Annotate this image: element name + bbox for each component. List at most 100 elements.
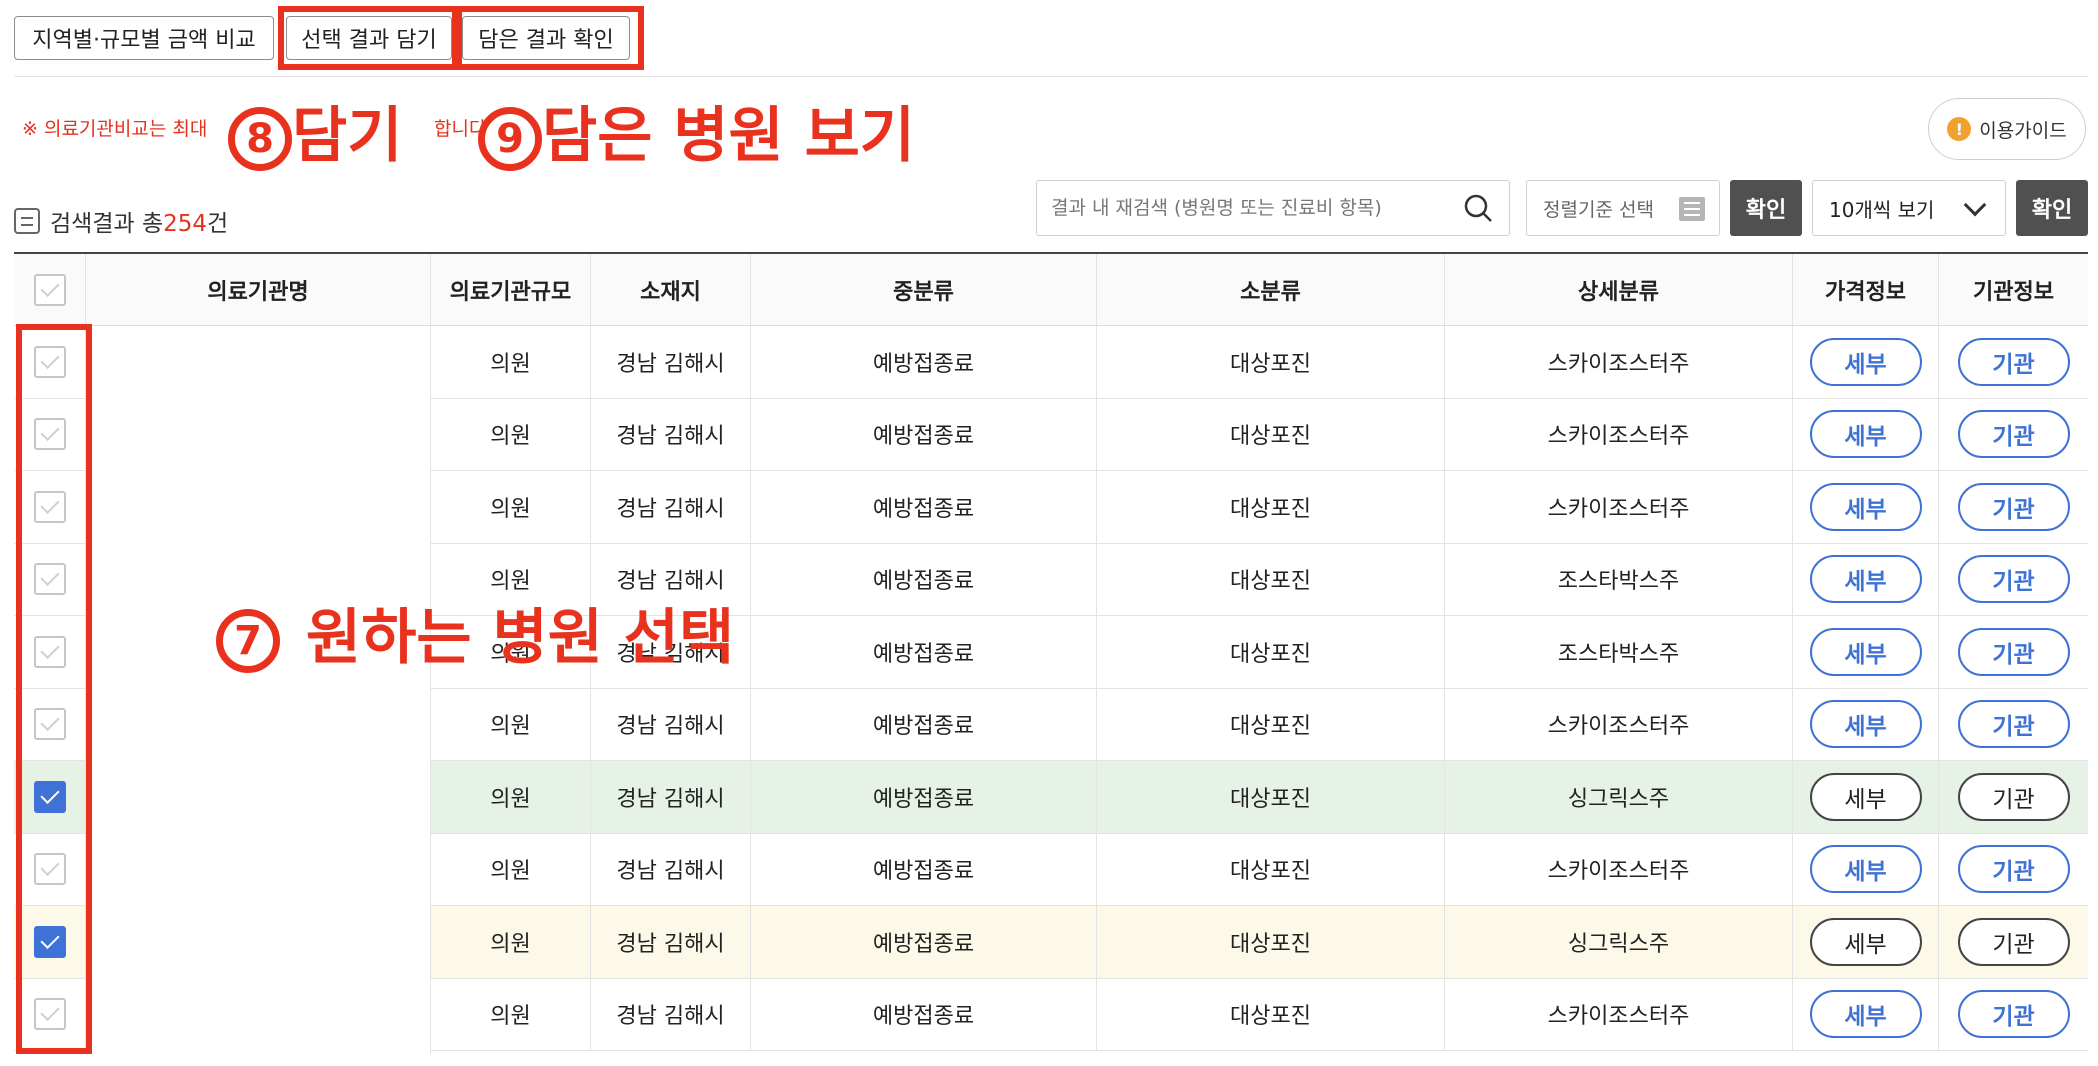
mid-category-cell: 예방접종료: [751, 471, 1097, 543]
org-info-cell: 기관: [1939, 979, 2088, 1051]
mid-category-cell: 예방접종료: [751, 978, 1097, 1050]
select-all-checkbox[interactable]: [33, 273, 66, 306]
price-info-cell: 세부: [1793, 543, 1939, 615]
org-info-button[interactable]: 기관: [1957, 990, 2070, 1039]
mid-category-cell: 예방접종료: [751, 326, 1097, 398]
mid-category-cell: 예방접종료: [751, 906, 1097, 978]
notice-text: ※ 의료기관비교는 최대: [22, 118, 208, 140]
sort-confirm-button[interactable]: 확인: [1730, 180, 1802, 236]
price-detail-button[interactable]: 세부: [1809, 700, 1922, 749]
org-info-cell: 기관: [1939, 544, 2088, 616]
list-sort-icon: [1679, 197, 1705, 221]
annotation-step-8: 8 담기: [228, 98, 402, 174]
header-price-info: 가격정보: [1793, 254, 1939, 325]
result-count: 검색결과 총254건: [14, 204, 228, 238]
page-size-confirm-button[interactable]: 확인: [2016, 180, 2088, 236]
price-detail-button[interactable]: 세부: [1809, 482, 1922, 531]
org-info-cell: 기관: [1939, 326, 2088, 398]
annotation-step-7-text: 원하는 병원 선택: [306, 603, 735, 673]
usage-guide-button[interactable]: ! 이용가이드: [1928, 98, 2086, 160]
header-detail-category: 상세분류: [1445, 254, 1793, 325]
small-category-cell: 대상포진: [1097, 326, 1445, 398]
org-info-cell: 기관: [1939, 761, 2088, 833]
page-size-select[interactable]: 10개씩 보기: [1812, 180, 2006, 236]
detail-category-cell: 조스타박스주: [1445, 543, 1793, 615]
price-detail-button[interactable]: 세부: [1809, 772, 1922, 821]
org-info-cell: 기관: [1939, 399, 2088, 471]
hospital-size-cell: 의원: [431, 326, 591, 398]
hospital-size-cell: 의원: [431, 761, 591, 833]
location-cell: 경남 김해시: [591, 398, 751, 470]
org-info-button[interactable]: 기관: [1957, 482, 2070, 531]
sort-select[interactable]: 정렬기준 선택: [1526, 180, 1720, 236]
org-info-button[interactable]: 기관: [1957, 772, 2070, 821]
result-suffix: 건: [207, 211, 229, 237]
detail-category-cell: 싱그릭스주: [1445, 906, 1793, 978]
header-mid-category: 중분류: [751, 254, 1097, 325]
price-info-cell: 세부: [1793, 471, 1939, 543]
info-icon: !: [1947, 117, 1972, 141]
org-info-button[interactable]: 기관: [1957, 845, 2070, 894]
org-info-button[interactable]: 기관: [1957, 555, 2070, 604]
detail-category-cell: 스카이조스터주: [1445, 688, 1793, 760]
org-info-button[interactable]: 기관: [1957, 627, 2070, 676]
annotation-step-7-number: 7: [216, 609, 280, 674]
price-info-cell: 세부: [1793, 761, 1939, 833]
price-detail-button[interactable]: 세부: [1809, 845, 1922, 894]
table-header: 의료기관명 의료기관규모 소재지 중분류 소분류 상세분류 가격정보 기관정보: [14, 254, 2088, 326]
price-info-cell: 세부: [1793, 978, 1939, 1050]
chevron-down-icon: [1963, 193, 1987, 217]
research-search-box: [1036, 180, 1510, 236]
location-cell: 경남 김해시: [591, 978, 751, 1050]
small-category-cell: 대상포진: [1097, 471, 1445, 543]
detail-category-cell: 스카이조스터주: [1445, 471, 1793, 543]
price-info-cell: 세부: [1793, 398, 1939, 470]
price-detail-button[interactable]: 세부: [1809, 555, 1922, 604]
org-info-button[interactable]: 기관: [1957, 700, 2070, 749]
mid-category-cell: 예방접종료: [751, 688, 1097, 760]
location-cell: 경남 김해시: [591, 761, 751, 833]
highlight-add-selected: [278, 6, 458, 70]
highlight-checkbox-column: [16, 324, 92, 1054]
price-info-cell: 세부: [1793, 688, 1939, 760]
price-info-cell: 세부: [1793, 906, 1939, 978]
result-prefix: 검색결과 총: [50, 211, 164, 237]
small-category-cell: 대상포진: [1097, 688, 1445, 760]
hospital-size-cell: 의원: [431, 906, 591, 978]
location-cell: 경남 김해시: [591, 688, 751, 760]
mid-category-cell: 예방접종료: [751, 398, 1097, 470]
header-hospital-size: 의료기관규모: [431, 254, 591, 325]
research-search-input[interactable]: [1051, 197, 1451, 219]
small-category-cell: 대상포진: [1097, 616, 1445, 688]
price-info-cell: 세부: [1793, 833, 1939, 905]
list-icon: [14, 208, 40, 234]
result-count-number: 254: [163, 211, 208, 237]
org-info-button[interactable]: 기관: [1957, 410, 2070, 459]
price-detail-button[interactable]: 세부: [1809, 627, 1922, 676]
org-info-button[interactable]: 기관: [1957, 917, 2070, 966]
small-category-cell: 대상포진: [1097, 543, 1445, 615]
price-detail-button[interactable]: 세부: [1809, 917, 1922, 966]
header-select-all-cell: [14, 254, 86, 325]
small-category-cell: 대상포진: [1097, 398, 1445, 470]
mid-category-cell: 예방접종료: [751, 761, 1097, 833]
org-info-cell: 기관: [1939, 689, 2088, 761]
mid-category-cell: 예방접종료: [751, 543, 1097, 615]
small-category-cell: 대상포진: [1097, 833, 1445, 905]
location-cell: 경남 김해시: [591, 833, 751, 905]
region-size-compare-button[interactable]: 지역별·규모별 금액 비교: [14, 16, 274, 60]
annotation-step-9-number: 9: [478, 107, 542, 172]
search-icon[interactable]: [1463, 193, 1493, 223]
hospital-size-cell: 의원: [431, 978, 591, 1050]
price-detail-button[interactable]: 세부: [1809, 337, 1922, 386]
org-info-cell: 기관: [1939, 906, 2088, 978]
price-detail-button[interactable]: 세부: [1809, 990, 1922, 1039]
price-detail-button[interactable]: 세부: [1809, 410, 1922, 459]
org-info-button[interactable]: 기관: [1957, 337, 2070, 386]
small-category-cell: 대상포진: [1097, 761, 1445, 833]
location-cell: 경남 김해시: [591, 906, 751, 978]
sort-label: 정렬기준 선택: [1543, 198, 1654, 221]
org-info-cell: 기관: [1939, 616, 2088, 688]
small-category-cell: 대상포진: [1097, 906, 1445, 978]
hospital-size-cell: 의원: [431, 688, 591, 760]
